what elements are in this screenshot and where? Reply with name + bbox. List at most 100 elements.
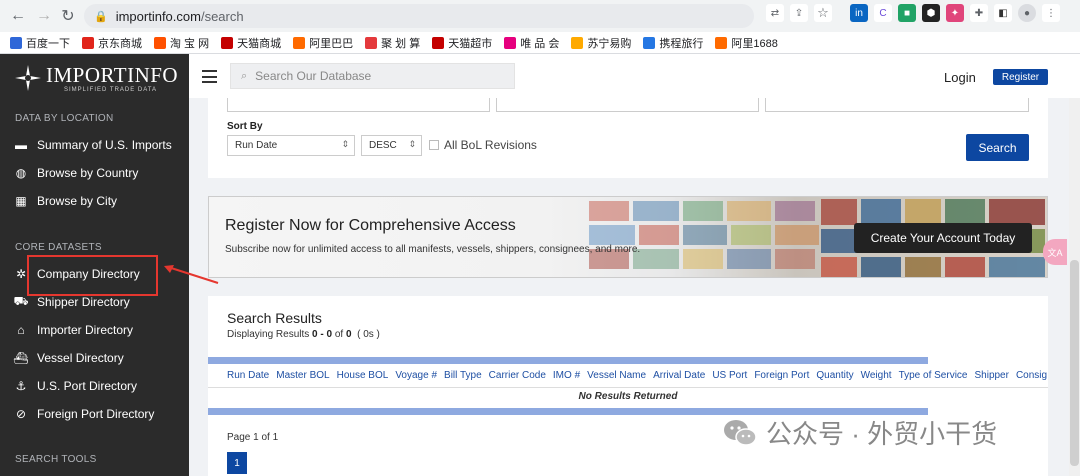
puzzle-icon[interactable]: ✚ (970, 4, 988, 22)
column-header[interactable]: Voyage # (395, 370, 437, 384)
site-logo[interactable]: IMPORTINFO SIMPLIFIED TRADE DATA (14, 62, 179, 96)
c-extension-icon[interactable]: C (874, 4, 892, 22)
filter-input-3[interactable] (765, 98, 1029, 112)
sidebar-item-label: Foreign Port Directory (37, 407, 155, 421)
sidebar-item-label: Importer Directory (37, 323, 134, 337)
bookmark-favicon-icon (221, 36, 234, 49)
bookmark-favicon-icon (571, 36, 584, 49)
logo-tagline: SIMPLIFIED TRADE DATA (64, 87, 158, 93)
profile-icon[interactable]: ● (1018, 4, 1036, 22)
bookmark-item[interactable]: 唯 品 会 (504, 35, 559, 51)
bookmark-item[interactable]: 京东商城 (82, 35, 142, 51)
sidebar-item-browse-by-country[interactable]: ◍ Browse by Country (14, 163, 139, 183)
menu-dots-icon[interactable]: ⋮ (1042, 4, 1060, 22)
green-extension-icon[interactable]: ■ (898, 4, 916, 22)
filter-input-2[interactable] (496, 98, 759, 112)
column-header[interactable]: Run Date (227, 370, 269, 384)
sort-order-select[interactable]: DESC ⇕ (361, 135, 422, 156)
column-header[interactable]: House BOL (337, 370, 389, 384)
sidepanel-icon[interactable]: ◧ (994, 4, 1012, 22)
bookmark-label: 阿里1688 (731, 37, 778, 50)
table-header-row: Run Date Master BOL House BOL Voyage # Bill … (227, 370, 1047, 384)
share-icon[interactable]: ⇪ (790, 4, 808, 22)
bookmark-item[interactable]: 天猫商城 (221, 35, 281, 51)
database-search-input[interactable]: ⌕ Search Our Database (230, 63, 515, 89)
compass-icon: ⊘ (15, 407, 27, 421)
sidebar-item-importer-directory[interactable]: ⌂ Importer Directory (14, 320, 133, 340)
column-header[interactable]: Bill Type (444, 370, 482, 384)
column-header[interactable]: Shipper (974, 370, 1008, 384)
bookmark-item[interactable]: 天猫超市 (432, 35, 492, 51)
scrollbar-thumb[interactable] (1070, 260, 1079, 466)
sidebar-item-vessel-directory[interactable]: ⛴ Vessel Directory (13, 348, 124, 368)
column-header[interactable]: Arrival Date (653, 370, 705, 384)
bookmark-label: 携程旅行 (659, 37, 704, 50)
column-header[interactable]: Vessel Name (587, 370, 646, 384)
hamburger-menu-icon[interactable] (202, 70, 217, 83)
results-of: of (334, 329, 344, 340)
sidebar-item-summary-of-u-s-imports[interactable]: ▬ Summary of U.S. Imports (14, 135, 172, 155)
sidebar-item-label: Vessel Directory (37, 351, 124, 365)
bookmark-label: 京东商城 (98, 37, 142, 50)
sidebar-item-u-s-port-directory[interactable]: ⚓ U.S. Port Directory (14, 376, 137, 396)
bookmark-item[interactable]: 携程旅行 (643, 35, 703, 51)
column-header[interactable]: Master BOL (276, 370, 329, 384)
translate-icon[interactable]: ⇄ (766, 4, 784, 22)
section-core-datasets: CORE DATASETS (15, 242, 102, 253)
sidebar-item-foreign-port-directory[interactable]: ⊘ Foreign Port Directory (14, 404, 154, 424)
bookmark-favicon-icon (10, 36, 22, 49)
column-header[interactable]: Type of Service (899, 370, 968, 384)
column-header[interactable]: Weight (861, 370, 892, 384)
column-header[interactable]: Carrier Code (489, 370, 546, 384)
column-header[interactable]: Consig (1016, 370, 1047, 384)
address-bar[interactable]: 🔒 importinfo.com /search (84, 4, 754, 28)
section-search-tools: SEARCH TOOLS (15, 454, 97, 465)
bookmark-favicon-icon (365, 36, 378, 49)
url-domain: importinfo.com (115, 8, 201, 24)
filter-input-1[interactable] (227, 98, 490, 112)
reload-icon[interactable]: ↻ (56, 4, 80, 28)
translate-badge-icon[interactable]: 文A (1043, 239, 1067, 265)
search-options-panel: Sort By Run Date ⇕ DESC ⇕ All BoL Revisi… (208, 98, 1048, 178)
bookmark-item[interactable]: 淘 宝 网 (154, 35, 209, 51)
bookmark-item[interactable]: 阿里巴巴 (293, 35, 353, 51)
table-top-bar (208, 357, 928, 364)
bookmark-label: 天猫超市 (448, 37, 493, 50)
sort-field-select[interactable]: Run Date ⇕ (227, 135, 355, 156)
sidebar-item-browse-by-city[interactable]: ▦ Browse by City (14, 191, 117, 211)
search-button[interactable]: Search (966, 134, 1029, 161)
register-button[interactable]: Register (993, 69, 1048, 85)
browser-toolbar: ← → ↻ 🔒 importinfo.com /search ⇄ ⇪ ☆ in … (0, 0, 1080, 32)
bookmark-favicon-icon (293, 36, 306, 49)
column-header[interactable]: US Port (712, 370, 747, 384)
bookmark-favicon-icon (154, 36, 166, 49)
bookmark-item[interactable]: 苏宁易购 (571, 35, 631, 51)
create-account-button[interactable]: Create Your Account Today (854, 223, 1032, 253)
bookmark-item[interactable]: 百度一下 (10, 35, 70, 51)
page-button-1[interactable]: 1 (227, 452, 247, 474)
flag-icon: ▬ (15, 138, 27, 152)
forward-icon[interactable]: → (32, 4, 56, 28)
bookmark-item[interactable]: 聚 划 算 (365, 35, 420, 51)
sidebar-item-label: Summary of U.S. Imports (37, 138, 172, 152)
column-header[interactable]: Foreign Port (754, 370, 809, 384)
column-header[interactable]: Quantity (816, 370, 853, 384)
bookmark-label: 天猫商城 (237, 37, 282, 50)
warehouse-icon: ⌂ (17, 323, 25, 337)
column-header[interactable]: IMO # (553, 370, 580, 384)
bookmark-label: 苏宁易购 (587, 37, 632, 50)
results-prefix: Displaying Results (227, 329, 310, 340)
search-icon: ⌕ (241, 69, 248, 82)
register-banner: Register Now for Comprehensive Access Su… (208, 196, 1048, 278)
login-link[interactable]: Login (944, 70, 976, 85)
bookmark-favicon-icon (715, 36, 728, 49)
hexagon-extension-icon[interactable]: ⬢ (922, 4, 940, 22)
star-icon[interactable]: ☆ (814, 4, 832, 22)
linkedin-extension-icon[interactable]: in (850, 4, 868, 22)
pink-extension-icon[interactable]: ✦ (946, 4, 964, 22)
results-title: Search Results (227, 310, 322, 326)
back-icon[interactable]: ← (6, 4, 30, 28)
url-path: /search (200, 8, 244, 24)
all-bol-revisions-checkbox[interactable] (429, 140, 439, 150)
bookmark-item[interactable]: 阿里1688 (715, 35, 778, 51)
